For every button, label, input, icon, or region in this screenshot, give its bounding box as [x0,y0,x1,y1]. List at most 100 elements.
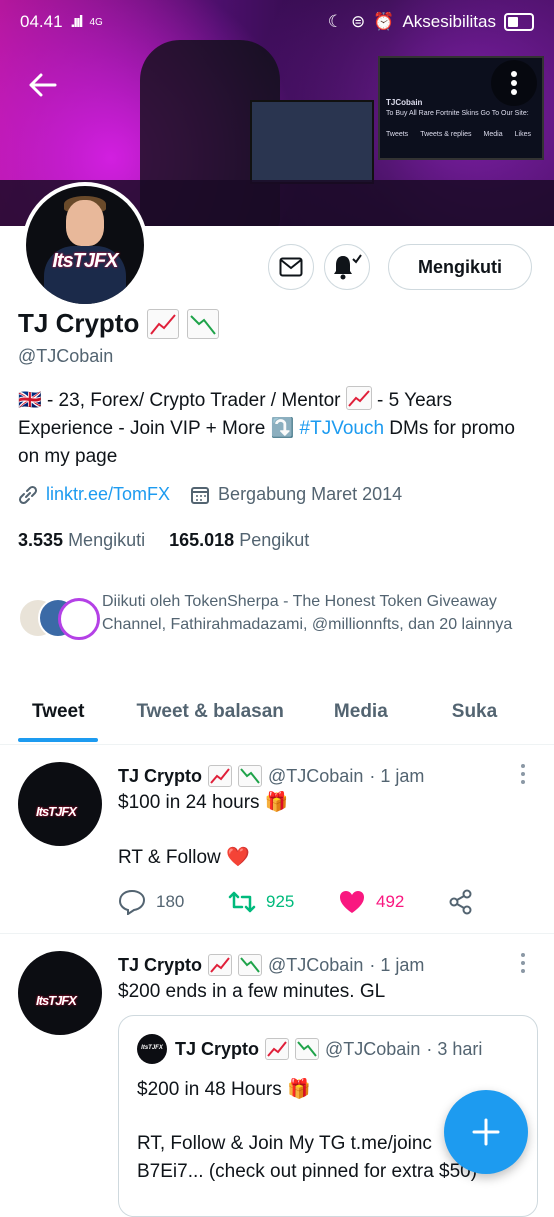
tab-likes[interactable]: Suka [452,680,497,744]
compose-tweet-button[interactable] [444,1090,528,1174]
tweet-header: TJ Crypto @TJCobain · 1 jam [118,765,424,787]
chart-increasing-icon [265,1038,290,1060]
avatar[interactable]: ItsTJFX [18,762,102,846]
chart-increasing-icon [208,954,233,976]
back-button[interactable] [20,62,66,108]
status-time: 04.41 [20,12,63,31]
profile-stats: 3.535 Mengikuti 165.018 Pengikut [18,530,309,551]
banner-screen-tab: Media [483,131,503,138]
following-button[interactable]: Mengikuti [388,244,532,290]
tweet-text: $200 ends in a few minutes. GL [118,981,386,1002]
quote-handle: @TJCobain [325,1038,421,1059]
uk-flag-icon: 🇬🇧 [18,390,42,411]
avatar-logo: ItsTJFX [36,993,77,1008]
tweet-handle: @TJCobain [268,954,364,975]
tweet-actions: 180 925 492 [118,889,474,915]
tweet-text: $100 in 24 hours 🎁 RT & Follow ❤️ [118,789,528,872]
banner-screen-line: To Buy All Rare Fortnite Skins Go To Our… [386,110,529,117]
more-options-button[interactable] [491,60,537,106]
tab-media[interactable]: Media [334,680,388,744]
share-button[interactable] [448,889,474,915]
calendar-icon [191,486,210,504]
chart-increasing-icon [147,308,180,339]
tab-tweets-replies[interactable]: Tweet & balasan [136,680,283,744]
profile-tabs: Tweet Tweet & balasan Media Suka [0,680,554,745]
heart-icon [340,891,364,913]
battery-icon [504,13,534,31]
joined-date: Bergabung Maret 2014 [218,484,403,504]
profile-avatar[interactable]: ItsTJFX [22,182,148,308]
chart-decreasing-icon [187,308,220,339]
link-icon [18,485,38,504]
reply-icon [118,889,146,915]
hashtag-link[interactable]: #TJVouch [300,418,385,439]
message-button[interactable] [268,244,314,290]
moon-icon: ☾ [327,12,344,31]
share-icon [449,889,472,915]
tab-tweets[interactable]: Tweet [18,680,99,744]
tab-label: Suka [451,701,498,722]
like-button[interactable]: 492 [338,889,448,915]
avatar [58,598,100,640]
tweet-header: TJ Crypto @TJCobain · 1 jam [118,954,424,976]
mail-icon [279,257,303,277]
quote-author: TJ Crypto [175,1038,260,1059]
tweet-more-icon[interactable] [516,952,530,976]
banner-screen-tabs: Tweets Tweets & replies Media Likes [386,131,536,138]
alarm-icon: ⏰ [373,12,395,31]
tweet-author: TJ Crypto [118,765,203,786]
retweet-button[interactable]: 925 [228,889,338,915]
tab-indicator [18,738,99,742]
profile-bio: 🇬🇧 - 23, Forex/ Crypto Trader / Mentor -… [18,386,528,471]
retweet-count: 925 [266,892,295,911]
status-bar: 04.41 .ııl 4G ☾ ⊜ ⏰ Aksesibilitas [0,0,554,44]
reply-button[interactable]: 180 [118,889,228,915]
tweet-line: RT & Follow ❤️ [118,847,250,868]
tweet-line: $100 in 24 hours 🎁 [118,792,289,813]
followers-label: Pengikut [239,530,310,550]
tweet-more-icon[interactable] [516,763,530,787]
back-arrow-icon [29,73,57,97]
accessibility-label: Aksesibilitas [402,12,496,31]
tab-label: Media [333,701,388,722]
profile-handle: @TJCobain [18,346,114,366]
reply-count: 180 [156,892,185,911]
bio-text: - 23, Forex/ Crypto Trader / Mentor [41,390,346,411]
avatar-logo: ItsTJFX [141,1045,163,1051]
followed-by-section[interactable]: Diikuti oleh TokenSherpa - The Honest To… [18,590,522,640]
chart-increasing-icon [345,386,372,410]
avatar-logo: ItsTJFX [52,250,118,272]
profile-name-text: TJ Crypto [18,308,140,338]
chart-decreasing-icon [238,765,263,787]
notifications-button[interactable] [324,244,370,290]
tab-label: Tweet & balasan [136,701,284,722]
kebab-icon [511,71,517,95]
banner-monitor-left [250,100,374,184]
banner-screen-tab: Tweets [386,131,409,138]
chart-decreasing-icon [295,1038,320,1060]
plus-icon [472,1118,500,1146]
tweet-handle: @TJCobain [268,765,364,786]
banner-screen-tab: Tweets & replies [420,131,472,138]
followers-stat[interactable]: 165.018 Pengikut [169,530,309,551]
tab-label: Tweet [32,701,85,722]
profile-actions: Mengikuti [268,244,532,290]
like-count: 492 [376,892,405,911]
tweet-item[interactable]: ItsTJFX TJ Crypto @TJCobain · 1 jam $100… [0,745,554,934]
quote-header: TJ Crypto @TJCobain · 3 hari [175,1038,482,1060]
profile-meta: linktr.ee/TomFX Bergabung Maret 2014 [18,484,402,505]
tweet-time: · 1 jam [369,765,425,786]
bell-check-icon [334,254,362,280]
followed-by-text: Diikuti oleh TokenSherpa - The Honest To… [102,593,513,633]
following-stat[interactable]: 3.535 Mengikuti [18,530,145,551]
banner-screen-tab: Likes [514,131,531,138]
avatar: ItsTJFX [137,1034,167,1064]
retweet-icon [228,891,256,913]
following-label: Mengikuti [68,530,146,550]
profile-link[interactable]: linktr.ee/TomFX [46,484,170,505]
network-label: 4G [89,16,103,28]
followers-count: 165.018 [169,530,235,550]
follower-avatars [18,598,100,640]
lock-icon: ⊜ [351,12,366,31]
avatar[interactable]: ItsTJFX [18,951,102,1035]
